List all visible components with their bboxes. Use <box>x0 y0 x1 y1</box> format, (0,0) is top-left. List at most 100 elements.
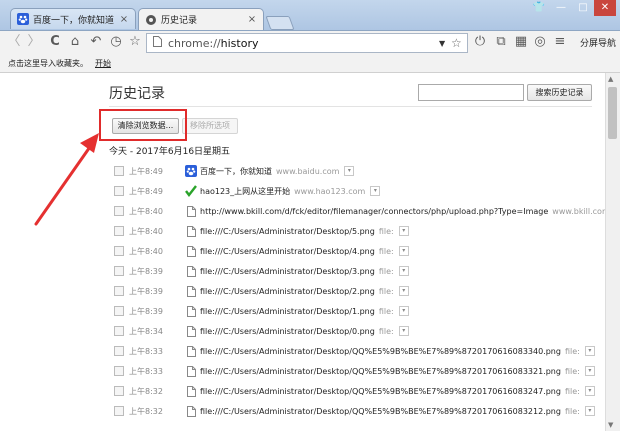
address-bar[interactable]: chrome://history ▼ ☆ <box>146 33 468 53</box>
row-menu-button[interactable]: ▾ <box>584 346 595 356</box>
close-icon[interactable]: × <box>119 14 129 25</box>
row-menu-button[interactable]: ▾ <box>398 286 409 296</box>
close-icon[interactable]: × <box>247 14 257 25</box>
entry-title-link[interactable]: file:///C:/Users/Administrator/Desktop/Q… <box>200 347 561 356</box>
skin-icon[interactable]: 👕 <box>528 0 550 16</box>
entry-title-link[interactable]: file:///C:/Users/Administrator/Desktop/5… <box>200 227 375 236</box>
undo-icon[interactable]: ↶ <box>88 34 104 50</box>
visit-time: 上午8:34 <box>129 326 163 336</box>
row-checkbox[interactable] <box>114 166 124 176</box>
history-row[interactable]: 上午8:39 file:///C:/Users/Administrator/Des… <box>109 282 592 300</box>
row-checkbox[interactable] <box>114 346 124 356</box>
search-history-button[interactable]: 搜索历史记录 <box>527 84 592 101</box>
entry-title-link[interactable]: file:///C:/Users/Administrator/Desktop/4… <box>200 247 375 256</box>
history-row[interactable]: 上午8:34 file:///C:/Users/Administrator/Des… <box>109 322 592 340</box>
entry-title-link[interactable]: 百度一下，你就知道 <box>200 166 272 177</box>
apps-grid-icon[interactable]: ▦ <box>513 34 529 50</box>
import-bookmarks-text: 点击这里导入收藏夹。 <box>8 59 88 68</box>
entry-title-link[interactable]: file:///C:/Users/Administrator/Desktop/Q… <box>200 387 561 396</box>
new-tab-button[interactable] <box>265 16 295 30</box>
history-row[interactable]: 上午8:33 file:///C:/Users/Administrator/Des… <box>109 362 595 380</box>
minimize-button[interactable]: — <box>550 0 572 16</box>
split-screen-nav[interactable]: 分屏导航 <box>580 36 616 49</box>
extensions-icon[interactable]: ⧉ <box>493 34 509 50</box>
history-row[interactable]: 上午8:39 file:///C:/Users/Administrator/Des… <box>109 302 592 320</box>
history-row[interactable]: 上午8:33 file:///C:/Users/Administrator/Des… <box>109 342 595 360</box>
menu-icon[interactable]: ≡ <box>552 34 568 50</box>
row-menu-button[interactable]: ▾ <box>584 406 595 416</box>
entry-domain: file: <box>378 226 394 236</box>
entry-title-link[interactable]: file:///C:/Users/Administrator/Desktop/0… <box>200 327 375 336</box>
entry-title-link[interactable]: file:///C:/Users/Administrator/Desktop/1… <box>200 307 375 316</box>
forward-icon[interactable]: 〉 <box>26 34 42 50</box>
history-row[interactable]: 上午8:49 hao123_上网从这里开始 www.hao123.com ▾ <box>109 182 592 200</box>
maximize-button[interactable]: □ <box>572 0 594 16</box>
tab-history[interactable]: 历史记录 × <box>138 8 264 30</box>
account-icon[interactable]: ◎ <box>532 34 548 50</box>
search-input[interactable] <box>418 84 524 101</box>
close-window-button[interactable]: ✕ <box>594 0 616 16</box>
remove-selected-button[interactable]: 移除所选项 <box>182 118 238 134</box>
row-menu-button[interactable]: ▾ <box>584 366 595 376</box>
vertical-scrollbar[interactable]: ▲ ▼ <box>605 73 620 431</box>
visit-time: 上午8:33 <box>129 366 163 376</box>
history-row[interactable]: 上午8:39 file:///C:/Users/Administrator/Des… <box>109 262 592 280</box>
row-checkbox[interactable] <box>114 206 124 216</box>
visit-time: 上午8:39 <box>129 266 163 276</box>
row-checkbox[interactable] <box>114 386 124 396</box>
row-menu-button[interactable]: ▾ <box>398 306 409 316</box>
power-icon[interactable]: ⏻ <box>472 34 488 50</box>
history-page: 历史记录 搜索历史记录 清除浏览数据... 移除所选项 今天 - 2017年6月… <box>0 73 620 431</box>
entry-title-link[interactable]: file:///C:/Users/Administrator/Desktop/Q… <box>200 407 561 416</box>
entry-title-link[interactable]: hao123_上网从这里开始 <box>200 186 290 197</box>
row-menu-button[interactable]: ▾ <box>398 246 409 256</box>
entry-domain: file: <box>564 386 580 396</box>
tab-baidu[interactable]: 百度一下，你就知道 × <box>10 8 136 29</box>
entry-domain: www.hao123.com <box>294 186 366 196</box>
history-row[interactable]: 上午8:40 file:///C:/Users/Administrator/Des… <box>109 222 592 240</box>
row-checkbox[interactable] <box>114 266 124 276</box>
tab-title: 历史记录 <box>161 16 198 26</box>
history-row[interactable]: 上午8:32 file:///C:/Users/Administrator/Des… <box>109 382 595 400</box>
favorites-star-icon[interactable]: ☆ <box>127 34 143 50</box>
row-checkbox[interactable] <box>114 306 124 316</box>
entry-title-link[interactable]: http://www.bkill.com/d/fck/editor/filema… <box>200 207 548 216</box>
entry-title-link[interactable]: file:///C:/Users/Administrator/Desktop/Q… <box>200 367 561 376</box>
scroll-up-icon[interactable]: ▲ <box>608 75 613 83</box>
row-checkbox[interactable] <box>114 326 124 336</box>
scrollbar-thumb[interactable] <box>608 87 617 139</box>
row-menu-button[interactable]: ▾ <box>584 386 595 396</box>
row-checkbox[interactable] <box>114 186 124 196</box>
import-start-link[interactable]: 开始 <box>95 58 111 69</box>
url-scheme: chrome:// <box>168 36 221 50</box>
history-gear-icon <box>145 14 157 26</box>
row-checkbox[interactable] <box>114 366 124 376</box>
home-icon[interactable]: ⌂ <box>67 34 83 50</box>
divider <box>109 106 592 107</box>
url-text[interactable]: chrome://history <box>164 37 439 50</box>
entry-domain: file: <box>378 306 394 316</box>
row-menu-button[interactable]: ▾ <box>344 166 355 176</box>
reload-icon[interactable]: C <box>47 34 63 50</box>
page-title: 历史记录 <box>109 86 165 102</box>
row-checkbox[interactable] <box>114 406 124 416</box>
entry-title-link[interactable]: file:///C:/Users/Administrator/Desktop/2… <box>200 287 375 296</box>
history-row[interactable]: 上午8:40 file:///C:/Users/Administrator/Des… <box>109 242 592 260</box>
row-checkbox[interactable] <box>114 246 124 256</box>
row-checkbox[interactable] <box>114 226 124 236</box>
row-menu-button[interactable]: ▾ <box>398 326 409 336</box>
back-icon[interactable]: 〈 <box>6 34 22 50</box>
row-menu-button[interactable]: ▾ <box>370 186 381 196</box>
history-row[interactable]: 上午8:49 百度一下，你就知道 www.baidu.com ▾ <box>109 162 592 180</box>
clock-icon[interactable]: ◷ <box>108 34 124 50</box>
row-menu-button[interactable]: ▾ <box>398 266 409 276</box>
chevron-down-icon[interactable]: ▼ <box>439 39 451 48</box>
visit-time: 上午8:32 <box>129 386 163 396</box>
row-menu-button[interactable]: ▾ <box>398 226 409 236</box>
scroll-down-icon[interactable]: ▼ <box>608 421 613 429</box>
bookmark-star-icon[interactable]: ☆ <box>451 36 467 50</box>
history-row[interactable]: 上午8:32 file:///C:/Users/Administrator/Des… <box>109 402 595 420</box>
row-checkbox[interactable] <box>114 286 124 296</box>
entry-title-link[interactable]: file:///C:/Users/Administrator/Desktop/3… <box>200 267 375 276</box>
history-row[interactable]: 上午8:40 http://www.bkill.com/d/fck/editor/… <box>109 202 620 220</box>
